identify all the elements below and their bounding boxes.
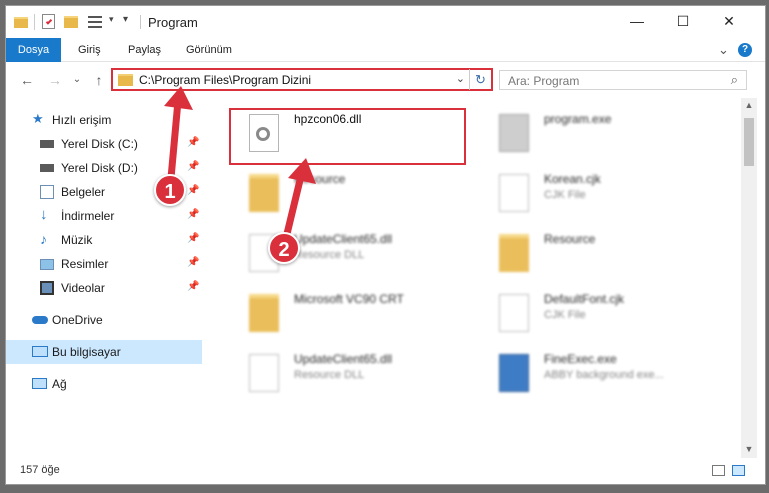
annotation-arrows — [164, 86, 316, 242]
step-2-badge: 2 — [268, 232, 300, 264]
explorer-window: ▾ ▾ Program — ☐ ✕ Dosya Giriş Paylaş Gör… — [5, 5, 766, 485]
step-1-badge: 1 — [154, 174, 186, 206]
